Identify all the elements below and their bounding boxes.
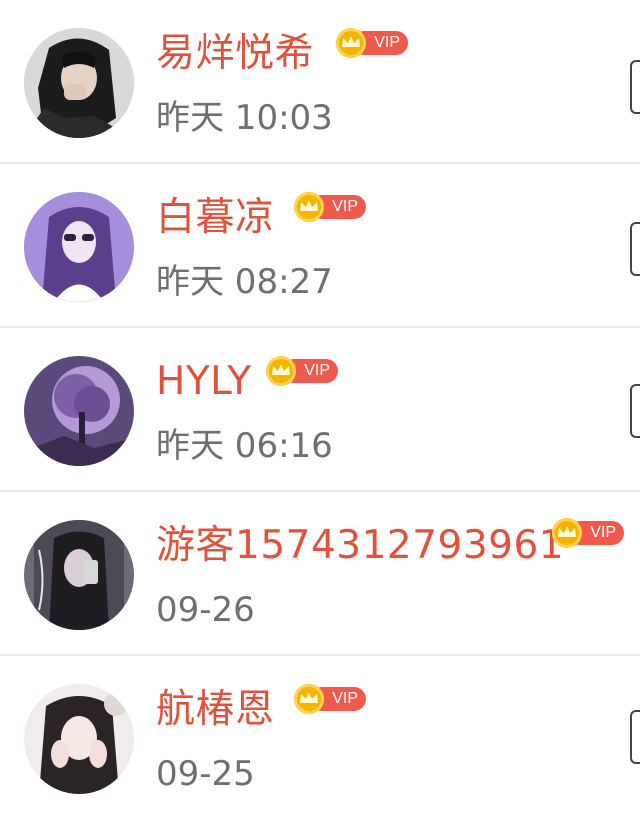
contact-time: 09-26 <box>156 590 255 630</box>
contact-name[interactable]: 航椿恩 <box>156 684 275 736</box>
girl-hands-cheeks-avatar-icon <box>24 684 134 794</box>
vip-badge: VIP <box>552 518 626 548</box>
list-item[interactable]: 白暮凉 VIP 昨天 08:27 <box>0 164 640 328</box>
contact-time: 09-25 <box>156 754 255 794</box>
vip-label: VIP <box>590 524 616 541</box>
side-handle <box>630 710 640 764</box>
purple-tree-avatar-icon <box>24 356 134 466</box>
contact-name[interactable]: 游客1574312793961 <box>156 520 564 572</box>
contact-name[interactable]: 易烊悦希 <box>156 28 314 80</box>
avatar[interactable] <box>24 356 134 466</box>
vip-label: VIP <box>332 198 358 215</box>
avatar[interactable] <box>24 520 134 630</box>
list-item[interactable]: 航椿恩 VIP 09-25 <box>0 656 640 820</box>
girl-hand-face-avatar-icon <box>24 28 134 138</box>
crown-icon <box>552 518 582 548</box>
vip-badge: VIP <box>294 684 368 714</box>
vip-label: VIP <box>304 362 330 379</box>
crown-icon <box>266 356 296 386</box>
side-handle <box>630 222 640 276</box>
avatar[interactable] <box>24 192 134 302</box>
list-item[interactable]: HYLY VIP 昨天 06:16 <box>0 328 640 492</box>
crown-icon <box>336 28 366 58</box>
vip-badge: VIP <box>266 356 340 386</box>
contact-time: 昨天 10:03 <box>156 98 333 138</box>
contact-name[interactable]: 白暮凉 <box>156 192 275 244</box>
list-item[interactable]: 易烊悦希 VIP 昨天 10:03 <box>0 0 640 164</box>
girl-sunglasses-avatar-icon <box>24 192 134 302</box>
contact-list: 易烊悦希 VIP 昨天 10:03 白暮凉 VIP 昨天 08:27 HYLY … <box>0 0 640 820</box>
crown-icon <box>294 192 324 222</box>
vip-label: VIP <box>374 34 400 51</box>
list-item[interactable]: 游客1574312793961 VIP 09-26 <box>0 492 640 656</box>
contact-time: 昨天 08:27 <box>156 262 333 302</box>
mirror-selfie-avatar-icon <box>24 520 134 630</box>
avatar[interactable] <box>24 28 134 138</box>
contact-time: 昨天 06:16 <box>156 426 333 466</box>
avatar[interactable] <box>24 684 134 794</box>
contact-name[interactable]: HYLY <box>156 356 252 408</box>
vip-label: VIP <box>332 690 358 707</box>
side-handle <box>630 60 640 114</box>
vip-badge: VIP <box>294 192 368 222</box>
side-handle <box>630 384 640 438</box>
crown-icon <box>294 684 324 714</box>
vip-badge: VIP <box>336 28 410 58</box>
